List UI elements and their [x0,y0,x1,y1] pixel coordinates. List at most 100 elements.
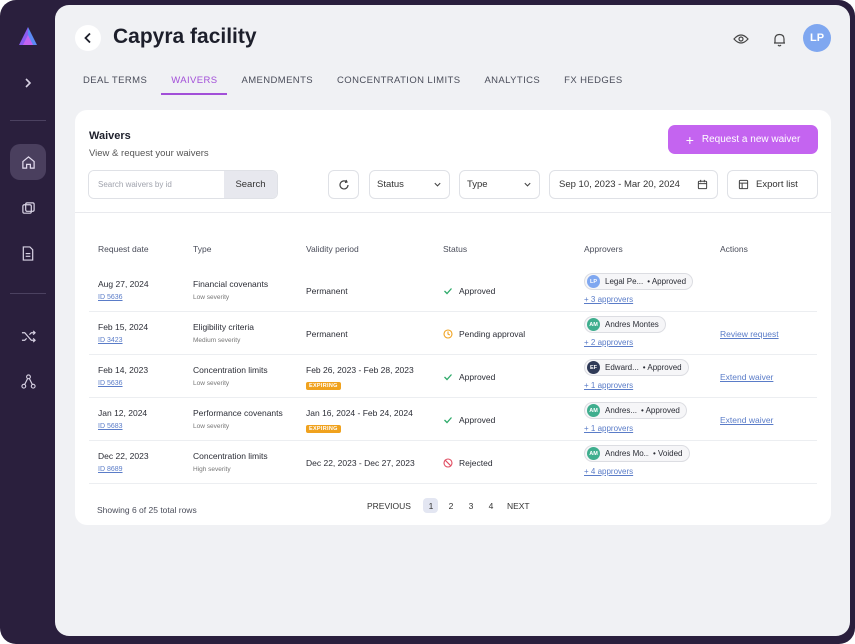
column-header-validity: Validity period [306,244,359,254]
request-waiver-label: Request a new waiver [701,134,801,145]
sidebar-item-shuffle[interactable] [10,318,46,354]
approver-chip[interactable]: EF Edward... • Approved [584,359,689,376]
back-button[interactable] [75,25,101,51]
waiver-id-link[interactable]: ID 5683 [98,423,123,430]
chevron-right-icon [25,78,32,88]
status-select-value: Status [377,179,404,190]
more-approvers-link[interactable]: + 1 approvers [584,381,633,390]
expiring-badge: EXPIRING [306,382,341,390]
search-input[interactable] [89,171,224,198]
sidebar-item-workflow[interactable] [10,363,46,399]
check-icon [443,415,453,425]
type-select[interactable]: Type [459,170,540,199]
divider [75,212,831,213]
status-text: Approved [459,372,496,382]
tab-deal-terms[interactable]: DEAL TERMS [83,75,147,95]
column-header-type: Type [193,244,212,254]
chevron-down-icon [434,182,441,187]
notifications-button[interactable] [769,29,789,49]
more-approvers-link[interactable]: + 1 approvers [584,424,633,433]
waiver-id-link[interactable]: ID 5636 [98,380,123,387]
page-4-button[interactable]: 4 [483,498,498,513]
row-action-link[interactable]: Review request [720,329,779,339]
export-list-button[interactable]: Export list [727,170,818,199]
tab-concentration-limits[interactable]: CONCENTRATION LIMITS [337,75,460,95]
waiver-id-link[interactable]: ID 3423 [98,337,123,344]
date-range-picker[interactable]: Sep 10, 2023 - Mar 20, 2024 [549,170,718,199]
sidebar [0,0,55,644]
status-badge: Approved [443,286,495,296]
status-text: Pending approval [459,329,526,339]
main-panel: Capyra facility LP DEAL TERMS WAIVERS AM… [55,5,850,636]
request-date: Feb 15, 2024 [98,322,149,332]
waiver-id-link[interactable]: ID 5636 [98,294,123,301]
waiver-type: Concentration limits [193,451,268,461]
approver-chip[interactable]: AM Andres... • Approved [584,402,687,419]
approver-chip[interactable]: LP Legal Pe... • Approved [584,273,694,290]
column-header-actions: Actions [720,244,748,254]
card-title: Waivers [89,130,131,142]
more-approvers-link[interactable]: + 3 approvers [584,295,633,304]
request-waiver-button[interactable]: + Request a new waiver [668,125,818,154]
refresh-icon [338,179,349,189]
approver-avatar: LP [587,275,600,288]
page-2-button[interactable]: 2 [443,498,458,513]
sidebar-item-home[interactable] [10,144,46,180]
export-list-label: Export list [756,179,798,190]
sidebar-item-documents[interactable] [10,235,46,271]
brand-logo-icon[interactable] [17,25,39,47]
row-action-link[interactable]: Extend waiver [720,372,773,382]
next-page-button[interactable]: NEXT [507,501,530,511]
page-3-button[interactable]: 3 [463,498,478,513]
expiring-badge: EXPIRING [306,425,341,433]
workflow-icon [20,373,36,389]
chevron-down-icon [524,182,531,187]
tab-waivers[interactable]: WAIVERS [161,75,228,95]
previous-page-button[interactable]: PREVIOUS [367,501,411,511]
tab-fx-hedges[interactable]: FX HEDGES [564,75,623,95]
clock-icon [443,329,453,339]
tab-amendments[interactable]: AMENDMENTS [241,75,313,95]
status-badge: Approved [443,415,495,425]
refresh-button[interactable] [328,170,359,199]
waivers-card: Waivers View & request your waivers + Re… [75,110,831,525]
approver-chip[interactable]: AM Andres Mo... • Voided [584,445,690,462]
more-approvers-link[interactable]: + 4 approvers [584,467,633,476]
document-icon [22,245,34,261]
more-approvers-link[interactable]: + 2 approvers [584,338,633,347]
table-row[interactable]: Dec 22, 2023 ID 8689 Concentration limits H… [89,441,817,484]
row-action-link[interactable]: Extend waiver [720,415,773,425]
user-avatar[interactable]: LP [803,24,831,52]
approver-status: • Approved [641,406,680,415]
approver-name: Andres Mo... [605,449,649,458]
severity: Low severity [193,423,230,430]
expand-sidebar-button[interactable] [10,65,46,101]
approver-status: • Approved [642,363,682,372]
eye-icon [733,34,749,44]
sidebar-divider [10,120,46,121]
approver-avatar: AM [587,318,600,331]
app-window: Capyra facility LP DEAL TERMS WAIVERS AM… [0,0,855,644]
column-header-approvers: Approvers [584,244,623,254]
table-row[interactable]: Feb 15, 2024 ID 3423 Eligibility criteria M… [89,312,817,355]
table-row[interactable]: Feb 14, 2023 ID 5636 Concentration limits L… [89,355,817,398]
table-row[interactable]: Aug 27, 2024 ID 5636 Financial covenants Lo… [89,269,817,312]
approver-chip[interactable]: AM Andres Montes [584,316,666,333]
view-button[interactable] [731,29,751,49]
status-select[interactable]: Status [369,170,450,199]
waiver-id-link[interactable]: ID 8689 [98,466,123,473]
severity: Low severity [193,380,230,387]
request-date: Dec 22, 2023 [98,451,149,461]
validity-period: Feb 26, 2023 - Feb 28, 2023 [306,365,414,375]
rejected-icon [443,458,453,468]
page-1-button[interactable]: 1 [423,498,439,513]
request-date: Feb 14, 2023 [98,365,149,375]
waiver-type: Performance covenants [193,408,283,418]
waiver-type: Eligibility criteria [193,322,254,332]
sidebar-item-portfolio[interactable] [10,190,46,226]
table-row[interactable]: Jan 12, 2024 ID 5683 Performance covenants… [89,398,817,441]
check-icon [443,286,453,296]
approver-name: Andres... [605,406,638,415]
search-button[interactable]: Search [224,171,277,198]
tab-analytics[interactable]: ANALYTICS [484,75,540,95]
